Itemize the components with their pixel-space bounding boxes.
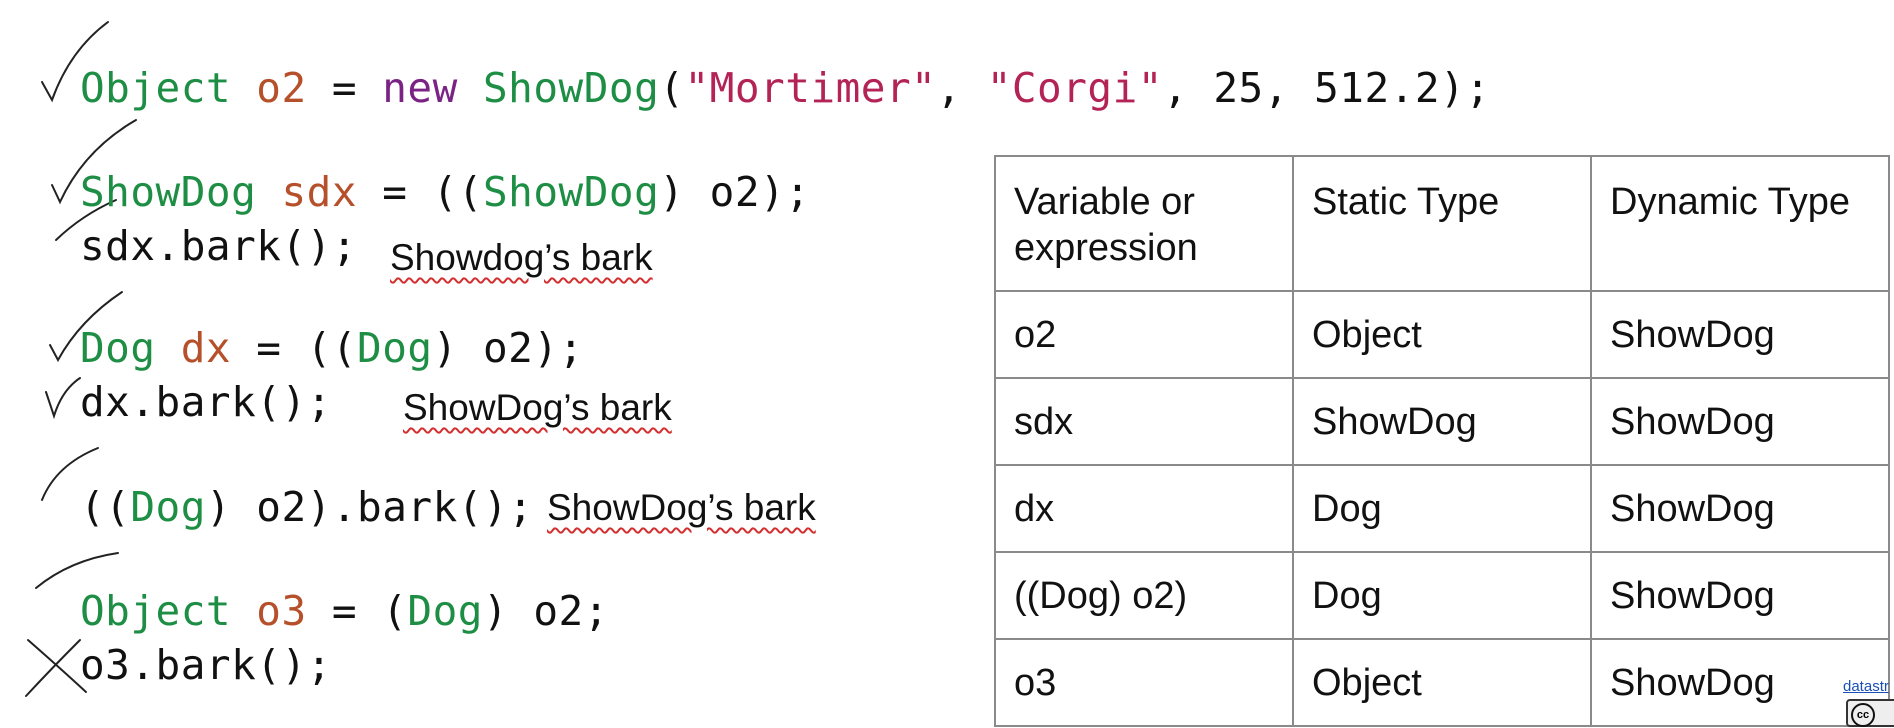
header-variable: Variable or expression: [994, 155, 1294, 292]
code-line-o3-bark: o3.bark();: [80, 641, 332, 689]
table-row: ((Dog) o2) Dog ShowDog: [994, 551, 1890, 640]
code-token-operator: = ((: [231, 324, 358, 372]
code-token-variable: dx: [180, 324, 232, 372]
code-token-paren: (: [659, 64, 685, 112]
table-row: o3 Object ShowDog: [994, 638, 1890, 727]
note-showdog-bark-1: Showdog’s bark: [390, 237, 653, 279]
code-token-rest: ) o2;: [482, 587, 609, 635]
table-row: o2 Object ShowDog: [994, 290, 1890, 379]
code-token-string: "Mortimer": [684, 64, 937, 112]
code-token-operator: = ((: [357, 168, 483, 216]
header-variable-line1: Variable or: [1014, 181, 1195, 223]
code-token-type: Object: [80, 64, 232, 112]
cell-static-type: Dog: [1292, 551, 1592, 640]
credit-link[interactable]: datastr: [1843, 678, 1889, 695]
cell-variable: o3: [994, 638, 1294, 727]
code-token-type: Object: [80, 587, 232, 635]
code-token-variable: sdx: [281, 168, 358, 216]
code-token-operator: =: [306, 64, 383, 112]
code-token-type: Dog: [130, 483, 206, 531]
code-token-keyword: new: [382, 64, 458, 112]
cell-variable: sdx: [994, 377, 1294, 466]
note-showdog-bark-2: ShowDog’s bark: [403, 387, 672, 429]
code-line-dx-bark: dx.bark();: [80, 378, 332, 426]
code-line-sdx-bark: sdx.bark();: [80, 222, 358, 270]
cc-icon: cc: [1851, 703, 1875, 727]
code-token-operator: = (: [306, 587, 408, 635]
code-token-type: ShowDog: [482, 64, 660, 112]
cell-dynamic-type: ShowDog: [1590, 290, 1890, 379]
header-dynamic-type: Dynamic Type: [1590, 155, 1890, 292]
cell-static-type: Object: [1292, 290, 1592, 379]
code-token-rest: ) o2).bark();: [205, 483, 534, 531]
cell-variable: o2: [994, 290, 1294, 379]
cell-dynamic-type: ShowDog: [1590, 551, 1890, 640]
cell-static-type: Dog: [1292, 464, 1592, 553]
code-token-variable: o3: [256, 587, 307, 635]
code-line-sdx-declaration: ShowDog sdx = ((ShowDog) o2);: [80, 172, 810, 213]
check-mark-icon: [45, 377, 81, 420]
cell-static-type: Object: [1292, 638, 1592, 727]
code-line-o2-declaration: Object o2 = new ShowDog("Mortimer", "Cor…: [80, 68, 1490, 109]
cross-mark-icon: [25, 639, 81, 697]
code-line-o3-declaration: Object o3 = (Dog) o2;: [80, 591, 609, 632]
note-text: Showdog’s bark: [390, 237, 653, 278]
code-token-rest: , 25, 512.2);: [1162, 64, 1491, 112]
code-token-paren: ((: [80, 483, 131, 531]
cell-static-type: ShowDog: [1292, 377, 1592, 466]
cell-dynamic-type: ShowDog: [1590, 377, 1890, 466]
code-token-rest: ) o2);: [432, 324, 584, 372]
dash-mark-icon: [35, 552, 119, 589]
note-showdog-bark-3: ShowDog’s bark: [547, 487, 816, 529]
note-text: ShowDog’s bark: [547, 487, 816, 528]
code-line-cast-bark: ((Dog) o2).bark();: [80, 487, 533, 528]
code-line-dx-declaration: Dog dx = ((Dog) o2);: [80, 328, 584, 369]
code-token-string: "Corgi": [986, 64, 1163, 112]
cell-dynamic-type: ShowDog: [1590, 464, 1890, 553]
code-token-separator: ,: [936, 64, 987, 112]
cell-variable: dx: [994, 464, 1294, 553]
code-token-variable: o2: [256, 64, 307, 112]
cell-variable: ((Dog) o2): [994, 551, 1294, 640]
code-token-type: Dog: [357, 324, 433, 372]
type-table: Variable or expression Static Type Dynami…: [994, 155, 1890, 727]
table-row: sdx ShowDog ShowDog: [994, 377, 1890, 466]
code-token-type: ShowDog: [80, 168, 257, 216]
code-token-rest: ) o2);: [659, 168, 811, 216]
cc-license-badge: cc: [1846, 699, 1894, 727]
header-variable-line2: expression: [1014, 227, 1198, 270]
code-token-type: Dog: [407, 587, 483, 635]
code-token-type: ShowDog: [482, 168, 660, 216]
note-text: ShowDog’s bark: [403, 387, 672, 428]
table-header-row: Variable or expression Static Type Dynami…: [994, 155, 1890, 292]
header-static-type: Static Type: [1292, 155, 1592, 292]
code-token-type: Dog: [80, 324, 156, 372]
table-row: dx Dog ShowDog: [994, 464, 1890, 553]
